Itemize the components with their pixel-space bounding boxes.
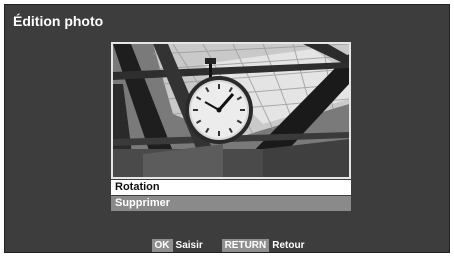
hint-ok: OK Saisir [151, 239, 203, 252]
menu-item-rotation[interactable]: Rotation [111, 180, 351, 195]
photo-edit-screen: Édition photo Rotation Supprimer OK Sais… [4, 4, 450, 253]
screen-title: Édition photo [13, 13, 104, 29]
return-key-badge: RETURN [221, 239, 270, 252]
station-clock-photo [113, 44, 349, 177]
button-hints: OK Saisir RETURN Retour [5, 239, 451, 252]
photo-preview [111, 42, 351, 179]
edit-menu: Rotation Supprimer [111, 180, 351, 211]
return-hint-label: Retour [272, 240, 305, 251]
hint-return: RETURN Retour [221, 239, 305, 252]
ok-hint-label: Saisir [175, 240, 203, 251]
ok-key-badge: OK [151, 239, 173, 252]
menu-item-delete[interactable]: Supprimer [111, 196, 351, 211]
